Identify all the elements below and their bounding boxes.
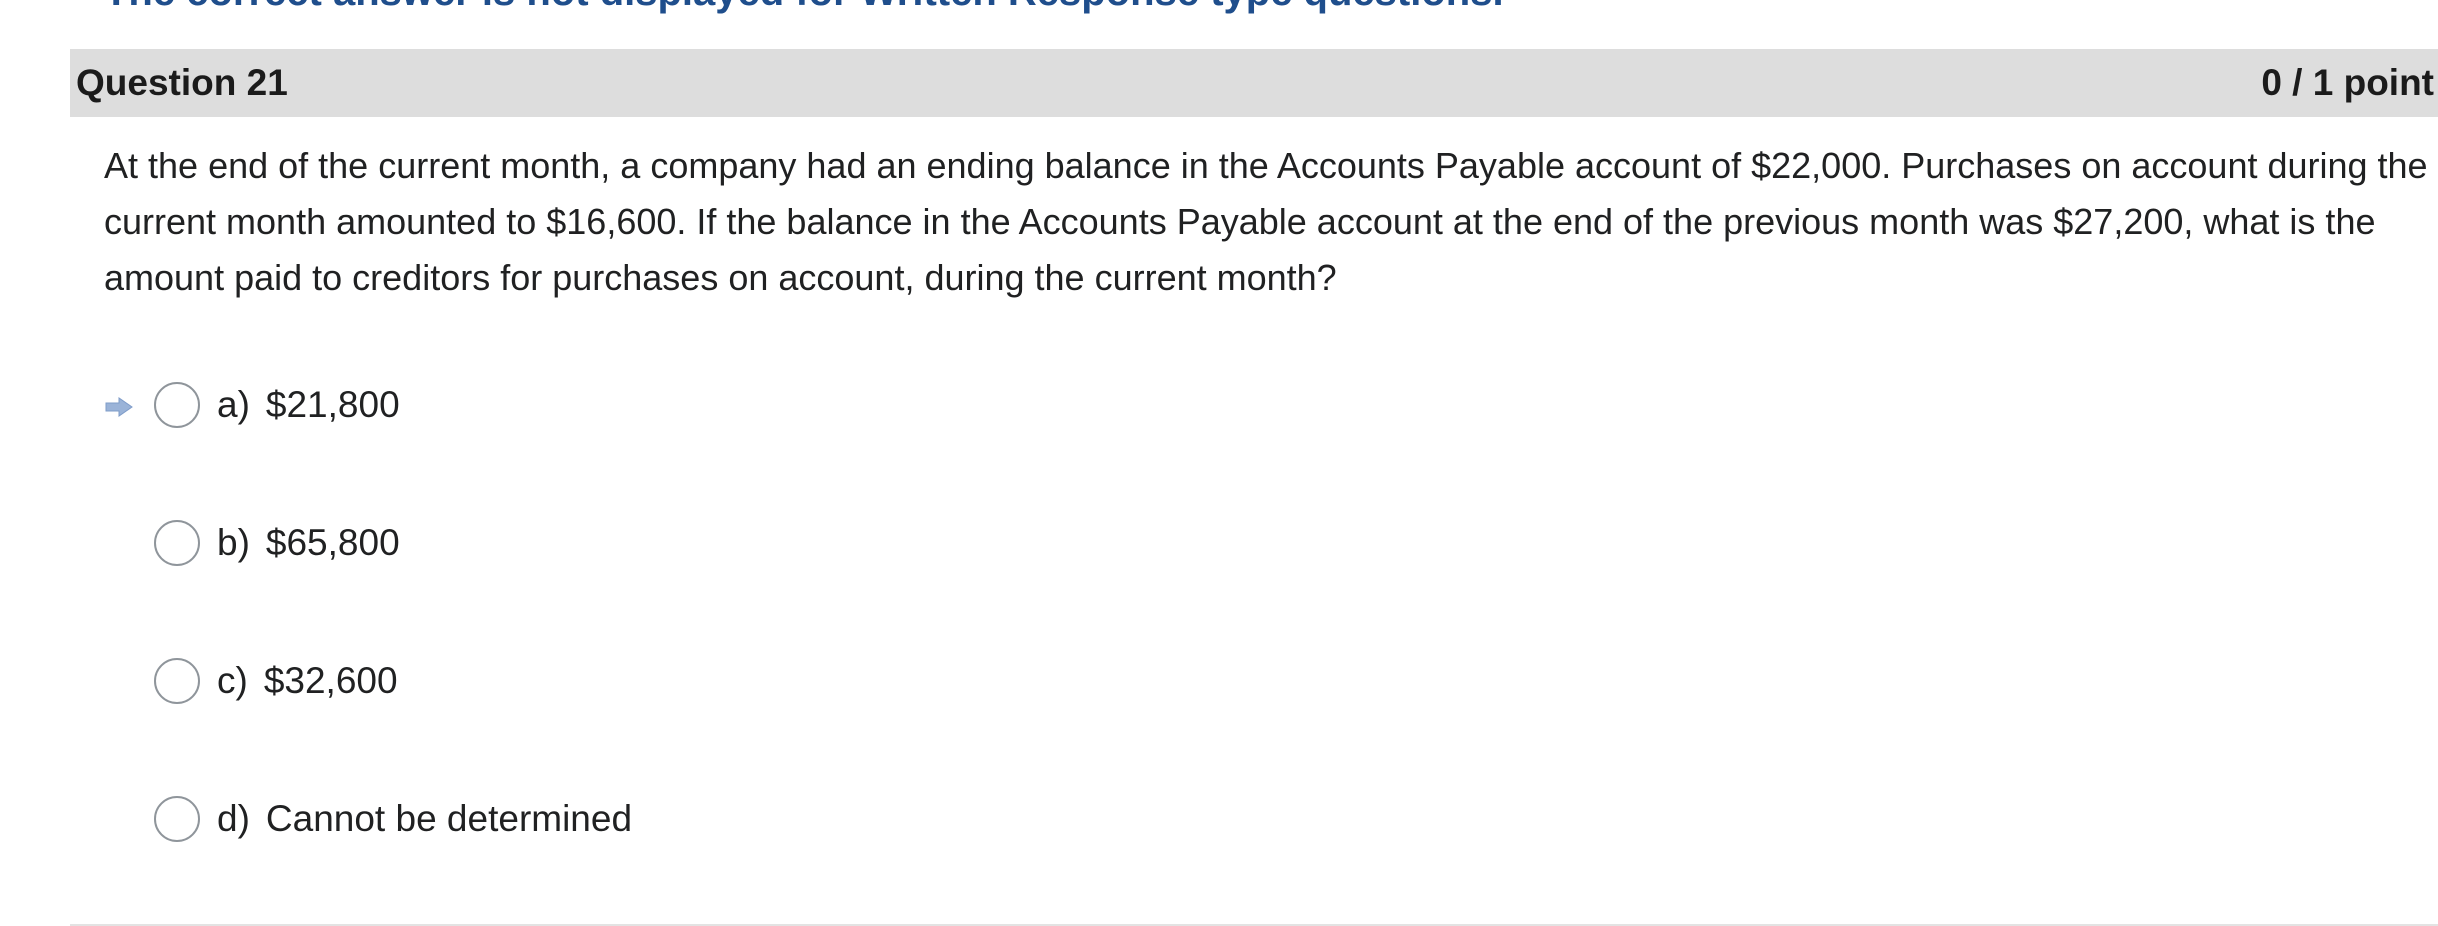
question-text: At the end of the current month, a compa… (104, 145, 2428, 298)
choice-b[interactable]: b) $65,800 (104, 515, 400, 571)
choice-text: $65,800 (265, 522, 400, 563)
question-points: 0 / 1 point (2261, 62, 2434, 103)
radio-button-b[interactable] (154, 520, 200, 566)
radio-button-d[interactable] (154, 796, 200, 842)
question-header: Question 21 0 / 1 point (70, 49, 2438, 117)
choice-letter: d) (217, 798, 250, 839)
selection-marker (104, 515, 154, 571)
choice-text: $21,800 (265, 384, 400, 425)
choice-letter: b) (217, 522, 250, 563)
choice-a[interactable]: a) $21,800 (104, 377, 400, 433)
choice-letter: a) (217, 384, 250, 425)
feedback-note: The correct answer is not displayed for … (104, 0, 1504, 14)
selection-marker (104, 653, 154, 709)
question-title: Question 21 (76, 62, 288, 103)
selection-marker (104, 791, 154, 847)
selection-marker (104, 377, 154, 433)
arrow-right-icon (105, 397, 133, 417)
choice-letter: c) (217, 660, 248, 701)
radio-button-c[interactable] (154, 658, 200, 704)
choice-text: Cannot be determined (265, 798, 633, 839)
choice-text: $32,600 (263, 660, 398, 701)
choice-c[interactable]: c) $32,600 (104, 653, 398, 709)
choice-d[interactable]: d) Cannot be determined (104, 791, 632, 847)
radio-button-a[interactable] (154, 382, 200, 428)
